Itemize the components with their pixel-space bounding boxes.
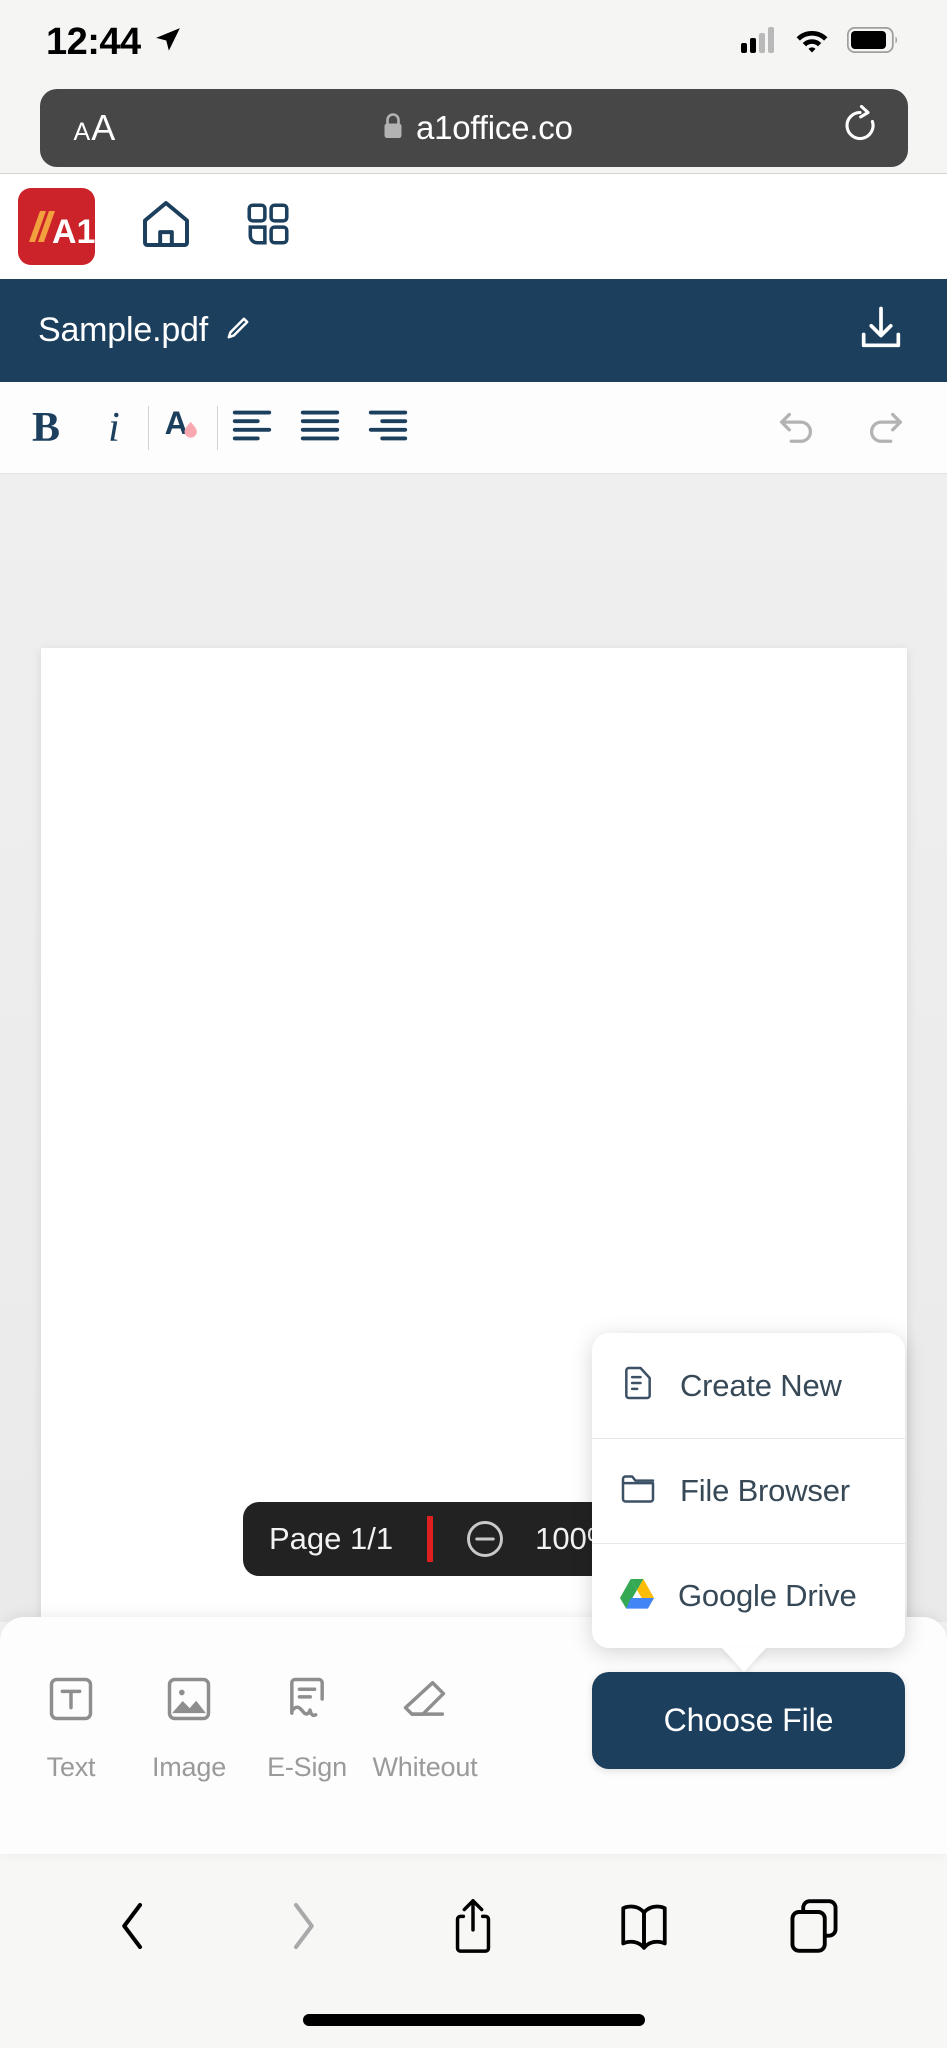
status-bar-left: 12:44: [46, 21, 183, 64]
align-right-icon: [365, 402, 411, 453]
image-icon: [163, 1673, 215, 1730]
file-source-popup: Create New File Browser Google Drive: [592, 1333, 905, 1648]
aa-big-label: A: [91, 107, 116, 148]
align-right-button[interactable]: [354, 394, 422, 462]
signature-icon: [281, 1673, 333, 1730]
home-icon: [138, 196, 194, 257]
aa-small-label: A: [73, 118, 91, 146]
format-toolbar-left: B i A: [0, 394, 422, 462]
browser-forward-button[interactable]: [261, 1886, 345, 1970]
page-zoom-toolbar: Page 1/1 100%: [243, 1502, 641, 1576]
browser-bookmarks-button[interactable]: [602, 1886, 686, 1970]
popup-tail: [722, 1648, 766, 1672]
ios-status-bar: 12:44: [0, 0, 947, 85]
tool-label-whiteout: Whiteout: [372, 1752, 478, 1782]
svg-text:A: A: [165, 405, 188, 441]
popup-label-create-new: Create New: [680, 1367, 842, 1403]
popup-label-file-browser: File Browser: [680, 1473, 850, 1508]
status-bar-right: [741, 26, 899, 59]
location-arrow-icon: [153, 25, 183, 60]
redo-button[interactable]: [851, 394, 919, 462]
document-title-group[interactable]: Sample.pdf: [38, 311, 251, 350]
format-toolbar: B i A: [0, 382, 947, 474]
wifi-icon: [794, 27, 830, 59]
page-settings-aa-button[interactable]: A A: [74, 107, 116, 149]
share-icon: [448, 1897, 498, 1960]
browser-share-button[interactable]: [431, 1886, 515, 1970]
italic-label: i: [108, 404, 120, 451]
font-color-button[interactable]: A: [149, 394, 217, 462]
document-edit-icon: [618, 1363, 658, 1408]
pill-divider: [427, 1516, 434, 1562]
browser-back-button[interactable]: [91, 1886, 175, 1970]
tool-label-esign: E-Sign: [267, 1752, 347, 1782]
tool-image[interactable]: Image: [130, 1673, 248, 1783]
a1-logo[interactable]: A1: [18, 188, 95, 265]
google-drive-icon: [618, 1577, 656, 1616]
pencil-icon[interactable]: [225, 315, 251, 346]
safari-bottom-toolbar: [0, 1854, 947, 2048]
zoom-out-button[interactable]: [461, 1515, 509, 1563]
bold-button[interactable]: B: [12, 394, 80, 462]
folder-icon: [618, 1469, 658, 1514]
text-box-icon: [45, 1673, 97, 1730]
apps-grid-icon: [243, 199, 293, 254]
italic-button[interactable]: i: [80, 394, 148, 462]
safari-url-bar-container: A A a1office.co: [0, 85, 947, 173]
align-justify-icon: [297, 402, 343, 453]
popup-label-google-drive: Google Drive: [678, 1578, 857, 1613]
choose-file-button[interactable]: Choose File: [592, 1672, 905, 1769]
address-bar[interactable]: A A a1office.co: [39, 89, 908, 167]
app-nav-bar: A1: [0, 174, 947, 279]
tool-esign[interactable]: E-Sign: [248, 1673, 366, 1783]
status-bar-clock: 12:44: [46, 21, 141, 63]
undo-button[interactable]: [763, 394, 831, 462]
url-display[interactable]: a1office.co: [115, 109, 839, 147]
font-color-icon: A: [160, 402, 206, 453]
bold-label: B: [31, 404, 60, 451]
document-title: Sample.pdf: [38, 311, 208, 349]
browser-tabs-button[interactable]: [772, 1886, 856, 1970]
choose-file-label: Choose File: [663, 1702, 834, 1738]
reload-icon[interactable]: [840, 104, 880, 152]
tabs-icon: [788, 1898, 840, 1959]
tool-label-image: Image: [151, 1752, 227, 1782]
a1-logo-text: A1: [52, 213, 95, 251]
cellular-signal-icon: [741, 27, 777, 58]
home-indicator: [302, 2014, 645, 2026]
popup-item-create-new[interactable]: Create New: [592, 1333, 905, 1438]
chevron-left-icon: [111, 1898, 155, 1959]
apps-grid-button[interactable]: [237, 196, 299, 258]
url-text: a1office.co: [415, 109, 573, 146]
popup-item-file-browser[interactable]: File Browser: [592, 1438, 905, 1543]
undo-icon: [774, 402, 820, 453]
format-toolbar-right: [763, 394, 947, 462]
tool-whiteout[interactable]: Whiteout: [366, 1673, 484, 1783]
align-left-button[interactable]: [218, 394, 286, 462]
book-icon: [617, 1901, 671, 1956]
download-button[interactable]: [855, 302, 907, 359]
redo-icon: [862, 402, 908, 453]
document-header: Sample.pdf: [0, 279, 947, 382]
tool-text[interactable]: Text: [12, 1673, 130, 1783]
lock-icon: [382, 112, 404, 145]
align-left-icon: [229, 402, 275, 453]
edit-tools-row: Text Image E-Sign Whiteout: [0, 1617, 484, 1783]
page-indicator: Page 1/1: [269, 1521, 394, 1556]
popup-item-google-drive[interactable]: Google Drive: [592, 1543, 905, 1648]
battery-icon: [846, 26, 899, 58]
tool-label-text: Text: [46, 1752, 96, 1782]
align-justify-button[interactable]: [286, 394, 354, 462]
home-button[interactable]: [135, 196, 197, 258]
eraser-icon: [399, 1673, 451, 1730]
chevron-right-icon: [281, 1898, 325, 1959]
